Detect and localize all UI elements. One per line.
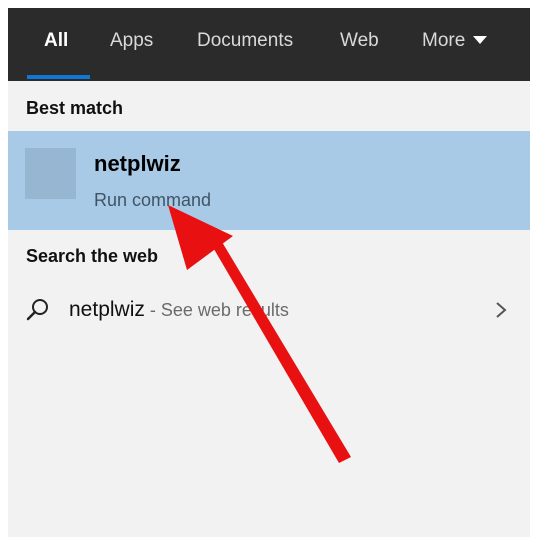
search-panel: All Apps Documents Web More Best match n… (8, 8, 530, 537)
search-icon (26, 299, 48, 321)
tab-bar: All Apps Documents Web More (8, 8, 530, 81)
tab-all[interactable]: All (44, 8, 68, 81)
web-search-suffix: - See web results (144, 300, 289, 320)
tab-more-label: More (422, 30, 466, 51)
result-title: netplwiz (94, 151, 181, 176)
tab-web[interactable]: Web (340, 8, 379, 81)
best-match-heading: Best match (26, 98, 124, 118)
chevron-right-icon[interactable] (494, 300, 508, 320)
search-web-heading: Search the web (26, 246, 159, 266)
tab-documents[interactable]: Documents (197, 8, 293, 81)
active-tab-indicator (27, 75, 90, 79)
result-subtitle: Run command (94, 190, 212, 210)
web-search-result[interactable]: netplwiz - See web results (8, 286, 530, 334)
web-search-term: netplwiz (69, 298, 145, 321)
caret-down-icon (473, 36, 488, 44)
app-icon (25, 148, 76, 199)
tab-more[interactable]: More (422, 8, 488, 81)
tab-apps[interactable]: Apps (110, 8, 153, 81)
best-match-result[interactable]: netplwiz Run command (8, 131, 530, 230)
web-search-text: netplwiz - See web results (69, 298, 289, 322)
